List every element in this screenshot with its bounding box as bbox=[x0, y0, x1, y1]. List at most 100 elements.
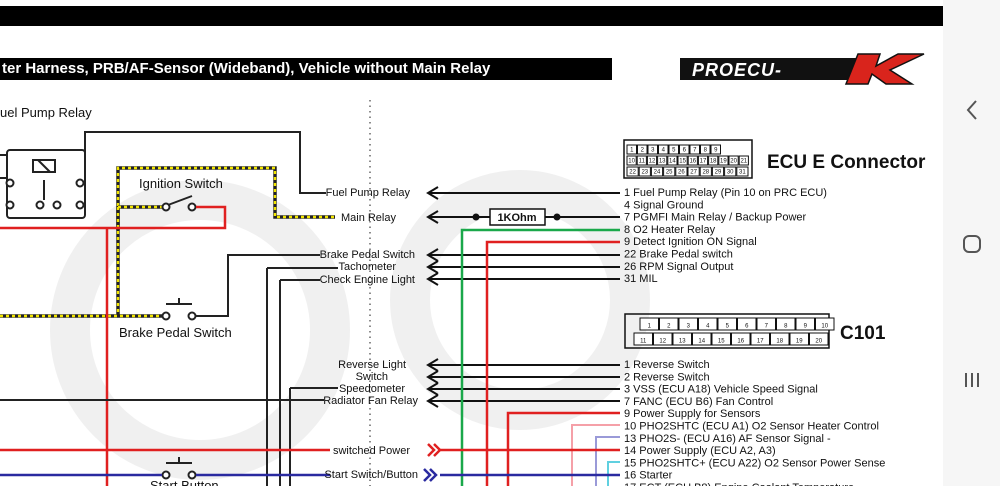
connector-pin: 12 bbox=[646, 155, 658, 166]
connector-pin: 17 bbox=[697, 155, 709, 166]
ecu-e-connector-diagram: 1 2 3 4 5 6 7 8 910 11 12 13 14 15 16 17 18 19 20 2122 23 24 2… bbox=[623, 139, 753, 179]
fuel-pump-relay-symbol bbox=[0, 149, 86, 219]
connector-pin-number: 17 bbox=[700, 159, 707, 165]
connector-pin-number: 15 bbox=[679, 159, 686, 165]
signal-brake-pedal-switch: Brake Pedal Switch bbox=[320, 249, 415, 261]
recents-icon bbox=[964, 373, 979, 387]
connector-pin: 8 bbox=[700, 144, 711, 155]
connector-pin: 6 bbox=[679, 144, 690, 155]
connector-pin: 4 bbox=[698, 317, 718, 331]
connector-pin-number: 25 bbox=[666, 170, 673, 176]
connector-pin-number: 10 bbox=[628, 159, 635, 165]
connector-pin: 6 bbox=[737, 317, 757, 331]
back-button[interactable] bbox=[943, 86, 1000, 134]
pin-list-item: 22 Brake Pedal switch bbox=[624, 249, 733, 261]
connector-pin-number: 14 bbox=[698, 339, 705, 345]
connector-pin: 16 bbox=[687, 155, 698, 166]
connector-pin: 26 bbox=[675, 166, 688, 177]
connector-pin: 18 bbox=[708, 155, 719, 166]
connector-pin-number: 29 bbox=[715, 170, 722, 176]
connector-pin: 19 bbox=[789, 332, 809, 346]
connector-pin: 8 bbox=[776, 317, 796, 331]
recents-button[interactable] bbox=[943, 356, 1000, 404]
svg-text:PROECU-: PROECU- bbox=[692, 60, 782, 80]
connector-pin-number: 12 bbox=[649, 159, 656, 165]
resistor-label: 1KOhm bbox=[497, 212, 536, 224]
diagram-title: ter Harness, PRB/AF-Sensor (Wideband), V… bbox=[0, 58, 612, 80]
connector-pin: 5 bbox=[717, 317, 737, 331]
brake-pedal-switch-symbol bbox=[161, 298, 197, 321]
connector-pin-number: 19 bbox=[720, 159, 727, 165]
pin-list-item: 17 ECT (ECU B8) Engine Coolant Temperatu… bbox=[624, 482, 854, 486]
connector-pin-number: 16 bbox=[689, 159, 696, 165]
pin-list-item: 7 PGMFI Main Relay / Backup Power bbox=[624, 212, 807, 224]
connector-pin-number: 20 bbox=[815, 339, 822, 345]
connector-pin: 11 bbox=[636, 155, 647, 166]
connector-pin-number: 17 bbox=[757, 339, 764, 345]
connector-pin: 24 bbox=[650, 166, 664, 177]
connector-pin: 3 bbox=[647, 144, 658, 155]
chevron-left-icon bbox=[966, 100, 977, 120]
pin-list-item: 31 MIL bbox=[624, 273, 658, 285]
connector-pin-number: 12 bbox=[659, 339, 666, 345]
ecu-e-connector-title: ECU E Connector bbox=[767, 152, 926, 173]
connector-pin-number: 31 bbox=[739, 170, 746, 176]
connector-pin: 7 bbox=[756, 317, 776, 331]
connector-pin: 10 bbox=[626, 155, 637, 166]
connector-pin: 9 bbox=[795, 317, 815, 331]
pin-list-item: 1 Reverse Switch bbox=[624, 359, 710, 371]
connector-pin: 16 bbox=[731, 332, 751, 346]
connector-pin: 4 bbox=[658, 144, 669, 155]
connector-pin: 9 bbox=[710, 144, 721, 155]
connector-pin-number: 22 bbox=[629, 170, 636, 176]
connector-pin-number: 13 bbox=[679, 339, 686, 345]
connector-pin: 19 bbox=[718, 155, 729, 166]
connector-pin: 13 bbox=[657, 155, 668, 166]
connector-pin-number: 18 bbox=[776, 339, 783, 345]
connector-pin: 29 bbox=[711, 166, 725, 177]
connector-pin: 17 bbox=[750, 332, 770, 346]
c101-title: C101 bbox=[840, 323, 886, 344]
connector-pin-number: 19 bbox=[796, 339, 803, 345]
android-nav-sidebar bbox=[943, 0, 1000, 486]
connector-pin: 18 bbox=[770, 332, 790, 346]
signal-switched-power: switched Power bbox=[333, 445, 410, 457]
connector-pin: 23 bbox=[638, 166, 651, 177]
home-button[interactable] bbox=[943, 220, 1000, 268]
connector-pin-number: 11 bbox=[639, 159, 646, 165]
connector-pin-number: 11 bbox=[640, 339, 647, 345]
connector-pin-number: 10 bbox=[821, 324, 828, 330]
connector-pin-number: 21 bbox=[740, 159, 747, 165]
connector-pin-number: 14 bbox=[669, 159, 676, 165]
connector-pin: 15 bbox=[677, 155, 688, 166]
signal-reverse-light: Reverse Light bbox=[338, 359, 406, 371]
connector-pin-number: 18 bbox=[710, 159, 717, 165]
connector-pin-number: 28 bbox=[702, 170, 709, 176]
pin-list-item: 15 PHO2SHTC+ (ECU A22) O2 Sensor Power S… bbox=[624, 457, 885, 469]
signal-main-relay: Main Relay bbox=[341, 212, 397, 224]
connector-pin: 28 bbox=[699, 166, 712, 177]
connector-pin: 14 bbox=[692, 332, 712, 346]
ecu-e-pin-list: 1 Fuel Pump Relay (Pin 10 on PRC ECU)4 S… bbox=[624, 187, 827, 285]
connector-pin: 1 bbox=[639, 317, 659, 331]
connector-pin: 10 bbox=[815, 317, 835, 331]
ignition-switch-label: Ignition Switch bbox=[139, 176, 223, 191]
pin-list-item: 8 O2 Heater Relay bbox=[624, 224, 716, 236]
pin-list-item: 10 PHO2SHTC (ECU A1) O2 Sensor Heater Co… bbox=[624, 421, 879, 433]
pin-list-item: 1 Fuel Pump Relay (Pin 10 on PRC ECU) bbox=[624, 187, 827, 199]
connector-pin: 2 bbox=[637, 144, 648, 155]
signal-tachometer: Tachometer bbox=[339, 261, 397, 273]
brake-pedal-switch-label: Brake Pedal Switch bbox=[119, 325, 232, 340]
c101-connector-diagram: 1 2 3 4 5 6 7 8 9 1011 12 13 14 15 16 17 18 19 20 bbox=[624, 313, 835, 349]
connector-pin-number: 15 bbox=[718, 339, 725, 345]
connector-pin: 25 bbox=[663, 166, 676, 177]
connector-pin-number: 30 bbox=[727, 170, 734, 176]
connector-pin-number: 13 bbox=[659, 159, 666, 165]
connector-pin: 27 bbox=[687, 166, 700, 177]
connector-pin: 11 bbox=[633, 332, 653, 346]
home-circle-icon bbox=[962, 235, 981, 253]
pin-list-item: 14 Power Supply (ECU A2, A3) bbox=[624, 445, 776, 457]
pin-list-item: 9 Power Supply for Sensors bbox=[624, 408, 761, 420]
c101-pin-list: 1 Reverse Switch2 Reverse Switch3 VSS (E… bbox=[624, 359, 885, 486]
connector-pin: 21 bbox=[738, 155, 749, 166]
